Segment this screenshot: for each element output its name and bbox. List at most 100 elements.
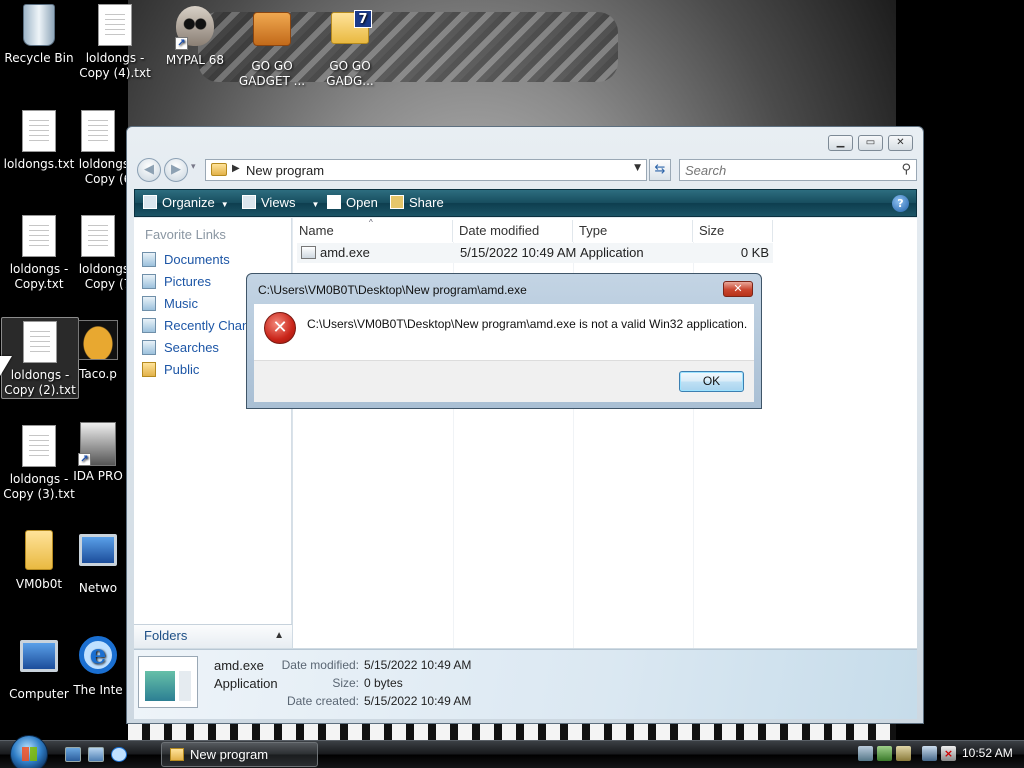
ok-button[interactable]: OK bbox=[679, 371, 744, 392]
shortcut-arrow-icon: ↗ bbox=[78, 453, 91, 466]
recent-pages-chevron-icon[interactable]: ▾ bbox=[191, 162, 196, 172]
pictures-icon bbox=[142, 274, 156, 289]
dialog-close-button[interactable]: ✕ bbox=[723, 281, 753, 297]
desktop-icon-mypal[interactable]: ↗ MYPAL 68 bbox=[156, 4, 234, 68]
breadcrumb-arrow-icon[interactable]: ▶ bbox=[232, 163, 240, 174]
user-folder-icon bbox=[25, 530, 53, 570]
chevron-up-icon: ▲ bbox=[274, 630, 284, 641]
details-size-label: Size: bbox=[332, 676, 359, 690]
maximize-button[interactable]: ▭ bbox=[858, 135, 883, 151]
address-bar[interactable]: ▶ New program ▼ bbox=[205, 159, 647, 181]
wallpaper-film-strip bbox=[128, 724, 896, 740]
share-icon bbox=[390, 195, 404, 209]
device-tray-icon[interactable] bbox=[896, 746, 911, 761]
desktop-icon-loldongs-copy-7[interactable]: loldongs - Copy (7 bbox=[70, 215, 126, 292]
show-desktop-icon[interactable] bbox=[65, 747, 81, 762]
internet-explorer-quicklaunch-icon[interactable] bbox=[111, 747, 127, 762]
address-dropdown-icon[interactable]: ▼ bbox=[634, 163, 641, 173]
desktop-icon-label: Netwo bbox=[78, 581, 118, 595]
network-icon bbox=[79, 534, 117, 566]
views-icon bbox=[242, 195, 256, 209]
text-file-icon bbox=[22, 215, 56, 257]
views-button[interactable]: Views ▼ bbox=[242, 190, 319, 216]
help-icon[interactable]: ? bbox=[892, 195, 909, 212]
share-label: Share bbox=[409, 195, 444, 210]
text-file-icon bbox=[98, 4, 132, 46]
desktop-icon-loldongs-copy-4[interactable]: loldongs - Copy (4).txt bbox=[76, 4, 154, 81]
taskbar-clock[interactable]: 10:52 AM bbox=[962, 746, 1013, 760]
desktop-icon-taco[interactable]: Taco.p bbox=[70, 320, 126, 382]
text-file-icon bbox=[23, 321, 57, 363]
desktop-icon-label: loldongs - Copy (7 bbox=[78, 262, 126, 291]
desktop-icon-go-go-gadget-1[interactable]: GO GO GADGET ... bbox=[233, 4, 311, 89]
refresh-button[interactable]: ⇆ bbox=[649, 159, 671, 181]
recently-changed-icon bbox=[142, 318, 156, 333]
desktop-icon-recycle-bin[interactable]: Recycle Bin bbox=[0, 4, 78, 66]
dialog-title: C:\Users\VM0B0T\Desktop\New program\amd.… bbox=[258, 283, 527, 297]
column-header-type[interactable]: Type bbox=[573, 220, 693, 242]
desktop-icon-vm0b0t[interactable]: VM0b0t bbox=[0, 528, 78, 592]
security-tray-icon[interactable] bbox=[877, 746, 892, 761]
network-tray-icon[interactable] bbox=[858, 746, 873, 761]
details-date-created-label: Date created: bbox=[286, 694, 359, 708]
details-size: 0 bytes bbox=[364, 676, 403, 690]
desktop-icon-ida-pro[interactable]: ↗ IDA PRO bbox=[70, 422, 126, 484]
address-path[interactable]: New program bbox=[246, 163, 324, 178]
searches-icon bbox=[142, 340, 156, 355]
close-button[interactable]: ✕ bbox=[888, 135, 913, 151]
desktop-icon-label: loldongs - Copy (6 bbox=[78, 157, 126, 186]
column-header-label: Size bbox=[699, 223, 725, 238]
desktop-icon-internet-explorer[interactable]: e The Inte bbox=[70, 634, 126, 698]
favorite-link-label: Searches bbox=[164, 340, 219, 355]
organize-button[interactable]: Organize ▼ bbox=[143, 190, 229, 216]
desktop-icon-label: Computer bbox=[9, 687, 69, 701]
desktop-icon-loldongs-copy-6[interactable]: loldongs - Copy (6 bbox=[70, 110, 126, 187]
desktop-icon-label: Taco.p bbox=[79, 367, 117, 381]
mouse-cursor-icon bbox=[0, 356, 12, 376]
desktop-icon-label: loldongs - Copy (4).txt bbox=[79, 51, 151, 80]
text-file-icon bbox=[22, 425, 56, 467]
desktop-icon-loldongs-copy[interactable]: loldongs - Copy.txt bbox=[0, 215, 78, 292]
desktop-icon-loldongs-copy-2[interactable]: loldongs - Copy (2).txt bbox=[1, 317, 79, 399]
column-header-name[interactable]: Name ^ bbox=[293, 218, 453, 242]
organize-icon bbox=[143, 195, 157, 209]
connection-tray-icon[interactable] bbox=[922, 746, 937, 761]
taskbar-window-button[interactable]: New program bbox=[161, 742, 318, 767]
desktop-icon-label: loldongs.txt bbox=[3, 157, 75, 171]
switch-windows-icon[interactable] bbox=[88, 747, 104, 762]
documents-icon bbox=[142, 252, 156, 267]
forward-button[interactable]: ▶ bbox=[164, 158, 188, 182]
desktop-icon-computer[interactable]: Computer bbox=[0, 634, 78, 702]
favorite-links-header: Favorite Links bbox=[145, 227, 226, 242]
share-button[interactable]: Share bbox=[390, 190, 444, 216]
search-input[interactable] bbox=[680, 160, 880, 180]
details-date-modified: 5/15/2022 10:49 AM bbox=[364, 658, 472, 672]
desktop-icon-label: loldongs - Copy.txt bbox=[9, 262, 69, 291]
column-header-size[interactable]: Size bbox=[693, 220, 773, 242]
search-icon[interactable]: ⚲ bbox=[901, 162, 911, 177]
details-file-name: amd.exe bbox=[214, 658, 264, 673]
favorite-link-label: Pictures bbox=[164, 274, 211, 289]
folders-toggle[interactable]: Folders ▲ bbox=[134, 624, 292, 648]
desktop-icon-network[interactable]: Netwo bbox=[70, 528, 126, 596]
back-button[interactable]: ◀ bbox=[137, 158, 161, 182]
desktop-icon-loldongs-copy-3[interactable]: loldongs - Copy (3).txt bbox=[0, 425, 78, 502]
details-file-type: Application bbox=[214, 676, 278, 691]
file-type: Application bbox=[580, 245, 644, 260]
minimize-button[interactable]: ▁ bbox=[828, 135, 853, 151]
search-box[interactable]: ⚲ bbox=[679, 159, 917, 181]
organize-label: Organize bbox=[162, 195, 215, 210]
explorer-window: ▁ ▭ ✕ ◀ ▶ ▾ ▶ New program ▼ ⇆ ⚲ Organize… bbox=[126, 126, 924, 724]
favorite-link-documents[interactable]: Documents bbox=[142, 252, 292, 272]
file-row[interactable]: amd.exe 5/15/2022 10:49 AM Application 0… bbox=[297, 243, 773, 263]
start-button[interactable] bbox=[10, 735, 48, 768]
folder-icon bbox=[170, 748, 184, 761]
taskbar-window-label: New program bbox=[190, 747, 269, 762]
details-pane: amd.exe Application Date modified: 5/15/… bbox=[134, 649, 917, 719]
briefcase-icon bbox=[253, 12, 291, 46]
column-header-date-modified[interactable]: Date modified bbox=[453, 220, 573, 242]
desktop-icon-loldongs-txt[interactable]: loldongs.txt bbox=[0, 110, 78, 172]
desktop-icon-go-go-gadget-2[interactable]: 7 GO GO GADG... bbox=[311, 4, 389, 89]
volume-muted-icon[interactable]: × bbox=[941, 746, 956, 761]
views-label: Views bbox=[261, 195, 296, 210]
